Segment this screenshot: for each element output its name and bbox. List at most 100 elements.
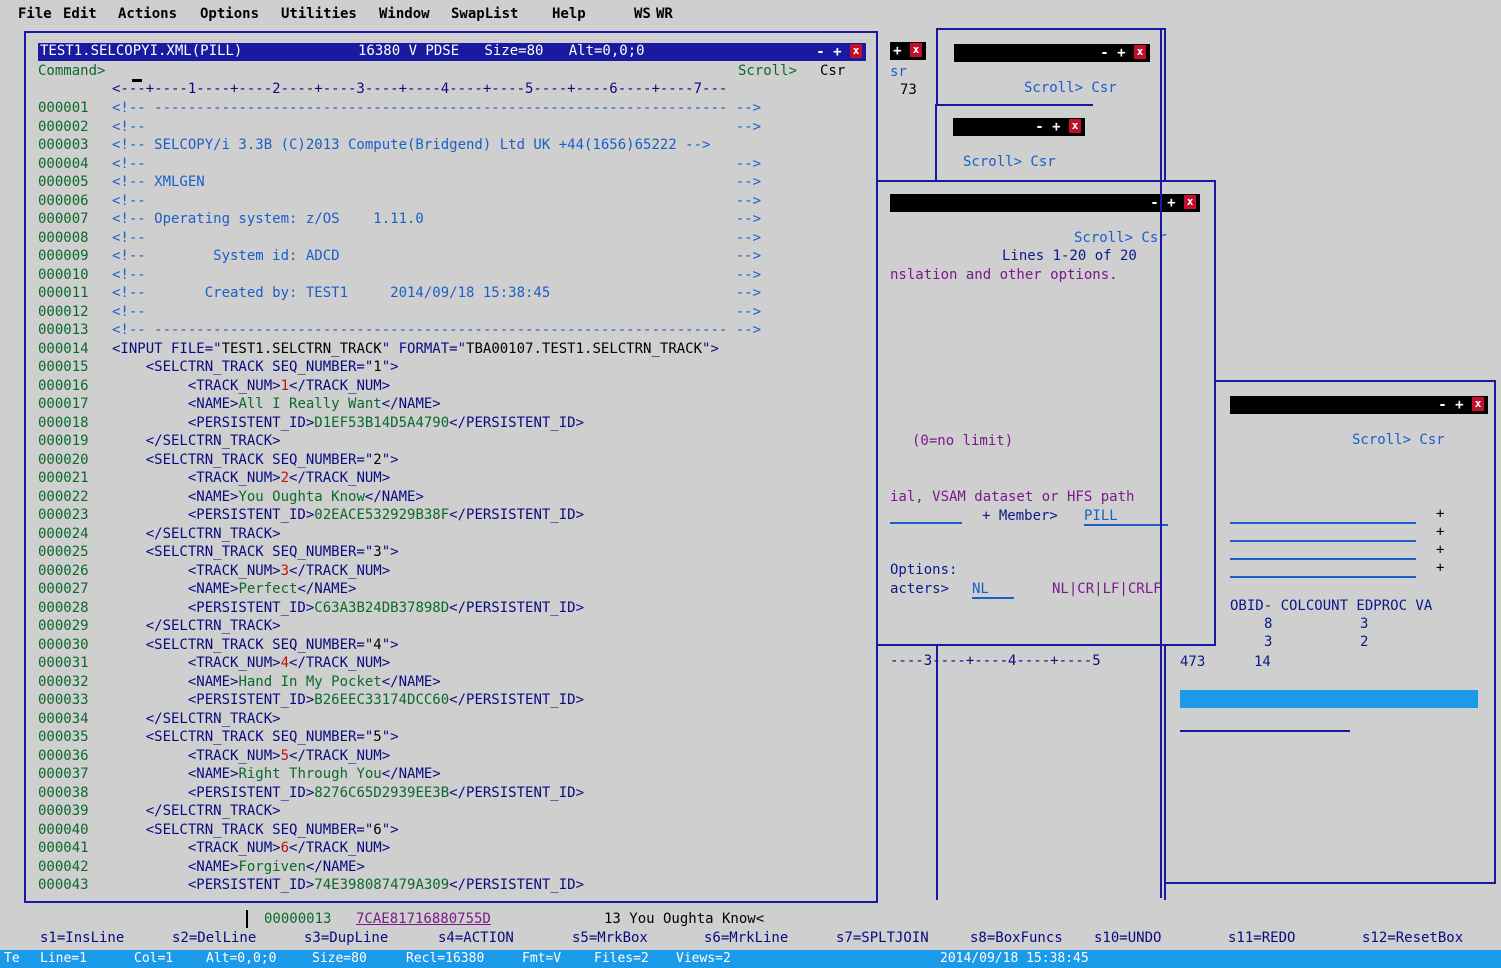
close-icon[interactable]: x — [850, 44, 862, 58]
editor-line[interactable]: 000040 <SELCTRN_TRACK SEQ_NUMBER="6"> — [38, 821, 399, 839]
line-content[interactable]: <!-- XMLGEN --> — [112, 174, 761, 190]
line-content[interactable]: <TRACK_NUM>2</TRACK_NUM> — [112, 470, 390, 486]
menu-actions[interactable]: Actions — [118, 6, 177, 22]
bg-window-5-field-4[interactable] — [1230, 576, 1416, 578]
line-content[interactable]: <PERSISTENT_ID>C63A3B24DB37898D</PERSIST… — [112, 600, 584, 616]
fkey-s4[interactable]: s4=ACTION — [438, 930, 514, 946]
editor-line[interactable]: 000021 <TRACK_NUM>2</TRACK_NUM> — [38, 469, 390, 487]
menu-swaplist[interactable]: SwapList — [451, 6, 518, 22]
info-persistent-id[interactable]: 7CAE81716880755D — [356, 911, 491, 927]
line-number[interactable]: 000040 — [38, 821, 112, 839]
line-number[interactable]: 000004 — [38, 155, 112, 173]
bg-window-4[interactable]: - + x Scroll> Csr Lines 1-20 of 20 nslat… — [876, 180, 1216, 646]
line-content[interactable]: <!-- --> — [112, 230, 761, 246]
editor-line[interactable]: 000026 <TRACK_NUM>3</TRACK_NUM> — [38, 562, 390, 580]
line-content[interactable]: <TRACK_NUM>6</TRACK_NUM> — [112, 840, 390, 856]
bg-window-4-titlebar[interactable]: - + x — [890, 194, 1200, 212]
menu-file[interactable]: File — [18, 6, 52, 22]
bg-window-5-field-1[interactable] — [1230, 522, 1416, 524]
line-content[interactable]: <!-- --> — [112, 267, 761, 283]
editor-line[interactable]: 000042 <NAME>Forgiven</NAME> — [38, 858, 365, 876]
line-number[interactable]: 000019 — [38, 432, 112, 450]
line-content[interactable]: <SELCTRN_TRACK SEQ_NUMBER="2"> — [112, 452, 399, 468]
line-content[interactable]: <PERSISTENT_ID>74E398087479A309</PERSIST… — [112, 877, 584, 893]
line-number[interactable]: 000012 — [38, 303, 112, 321]
line-number[interactable]: 000042 — [38, 858, 112, 876]
line-number[interactable]: 000014 — [38, 340, 112, 358]
line-number[interactable]: 000038 — [38, 784, 112, 802]
line-content[interactable]: <PERSISTENT_ID>8276C65D2939EE3B</PERSIST… — [112, 785, 584, 801]
line-number[interactable]: 000009 — [38, 247, 112, 265]
wr-indicator[interactable]: WR — [656, 6, 673, 22]
line-number[interactable]: 000035 — [38, 728, 112, 746]
close-icon[interactable]: x — [1134, 45, 1146, 59]
fkey-s5[interactable]: s5=MrkBox — [572, 930, 648, 946]
editor-line[interactable]: 000005 <!-- XMLGEN --> — [38, 173, 761, 191]
fkey-s8[interactable]: s8=BoxFuncs — [970, 930, 1063, 946]
line-number[interactable]: 000015 — [38, 358, 112, 376]
editor-line[interactable]: 000006 <!-- --> — [38, 192, 761, 210]
editor-line[interactable]: 000015 <SELCTRN_TRACK SEQ_NUMBER="1"> — [38, 358, 399, 376]
fkey-s6[interactable]: s6=MrkLine — [704, 930, 788, 946]
bg-window-4-dataset-field[interactable] — [890, 522, 962, 524]
line-content[interactable]: <TRACK_NUM>5</TRACK_NUM> — [112, 748, 390, 764]
line-content[interactable]: <!-- --> — [112, 119, 761, 135]
editor-window[interactable]: TEST1.SELCOPYI.XML(PILL) 16380 V PDSE Si… — [24, 31, 878, 903]
fkey-s11[interactable]: s11=REDO — [1228, 930, 1295, 946]
line-content[interactable]: <TRACK_NUM>3</TRACK_NUM> — [112, 563, 390, 579]
bg-window-4-nl-field[interactable]: NL — [972, 581, 1014, 599]
fkey-s3[interactable]: s3=DupLine — [304, 930, 388, 946]
line-content[interactable]: <!-- SELCOPY/i 3.3B (C)2013 Compute(Brid… — [112, 137, 710, 153]
line-content[interactable]: <SELCTRN_TRACK SEQ_NUMBER="6"> — [112, 822, 399, 838]
menu-help[interactable]: Help — [552, 6, 586, 22]
line-number[interactable]: 000013 — [38, 321, 112, 339]
line-content[interactable]: <NAME>All I Really Want</NAME> — [112, 396, 441, 412]
line-content[interactable]: <SELCTRN_TRACK SEQ_NUMBER="1"> — [112, 359, 399, 375]
editor-line[interactable]: 000028 <PERSISTENT_ID>C63A3B24DB37898D</… — [38, 599, 584, 617]
line-content[interactable]: </SELCTRN_TRACK> — [112, 526, 281, 542]
editor-line[interactable]: 000024 </SELCTRN_TRACK> — [38, 525, 281, 543]
line-number[interactable]: 000022 — [38, 488, 112, 506]
bg-window-5-titlebar[interactable]: - + x — [1230, 396, 1488, 414]
line-number[interactable]: 000010 — [38, 266, 112, 284]
editor-line[interactable]: 000007 <!-- Operating system: z/OS 1.11.0… — [38, 210, 761, 228]
line-content[interactable]: <TRACK_NUM>4</TRACK_NUM> — [112, 655, 390, 671]
line-number[interactable]: 000006 — [38, 192, 112, 210]
editor-line[interactable]: 000041 <TRACK_NUM>6</TRACK_NUM> — [38, 839, 390, 857]
scroll-value[interactable]: Csr — [820, 63, 845, 79]
close-icon[interactable]: x — [910, 43, 922, 57]
line-number[interactable]: 000033 — [38, 691, 112, 709]
close-icon[interactable]: x — [1184, 195, 1196, 209]
editor-line[interactable]: 000002 <!-- --> — [38, 118, 761, 136]
editor-line[interactable]: 000037 <NAME>Right Through You</NAME> — [38, 765, 441, 783]
line-number[interactable]: 000032 — [38, 673, 112, 691]
line-content[interactable]: <TRACK_NUM>1</TRACK_NUM> — [112, 378, 390, 394]
close-icon[interactable]: x — [1472, 397, 1484, 411]
line-content[interactable]: <SELCTRN_TRACK SEQ_NUMBER="5"> — [112, 729, 399, 745]
menu-window[interactable]: Window — [379, 6, 430, 22]
line-number[interactable]: 000043 — [38, 876, 112, 894]
line-content[interactable]: <NAME>Hand In My Pocket</NAME> — [112, 674, 441, 690]
line-content[interactable]: </SELCTRN_TRACK> — [112, 803, 281, 819]
line-content[interactable]: <NAME>You Oughta Know</NAME> — [112, 489, 424, 505]
editor-line[interactable]: 000010 <!-- --> — [38, 266, 761, 284]
line-content[interactable]: <!-- Operating system: z/OS 1.11.0 --> — [112, 211, 761, 227]
line-content[interactable]: </SELCTRN_TRACK> — [112, 711, 281, 727]
fkey-s10[interactable]: s10=UNDO — [1094, 930, 1161, 946]
fkey-s7[interactable]: s7=SPLTJOIN — [836, 930, 929, 946]
editor-line[interactable]: 000043 <PERSISTENT_ID>74E398087479A309</… — [38, 876, 584, 894]
editor-line[interactable]: 000033 <PERSISTENT_ID>B26EEC33174DCC60</… — [38, 691, 584, 709]
editor-titlebar[interactable]: TEST1.SELCOPYI.XML(PILL) 16380 V PDSE Si… — [38, 43, 866, 61]
editor-line[interactable]: 000009 <!-- System id: ADCD --> — [38, 247, 761, 265]
editor-line[interactable]: 000035 <SELCTRN_TRACK SEQ_NUMBER="5"> — [38, 728, 399, 746]
line-content[interactable]: <!-- System id: ADCD --> — [112, 248, 761, 264]
close-icon[interactable]: x — [1069, 119, 1081, 133]
line-number[interactable]: 000020 — [38, 451, 112, 469]
editor-line[interactable]: 000014 <INPUT FILE="TEST1.SELCTRN_TRACK" … — [38, 340, 719, 358]
line-content[interactable]: <!-- --> — [112, 304, 761, 320]
line-content[interactable]: <PERSISTENT_ID>02EACE532929B38F</PERSIST… — [112, 507, 584, 523]
line-number[interactable]: 000007 — [38, 210, 112, 228]
bg-window-3-titlebar[interactable]: - + x — [953, 118, 1085, 136]
bg-window-1-titlebar[interactable]: + x — [890, 42, 926, 60]
line-number[interactable]: 000002 — [38, 118, 112, 136]
